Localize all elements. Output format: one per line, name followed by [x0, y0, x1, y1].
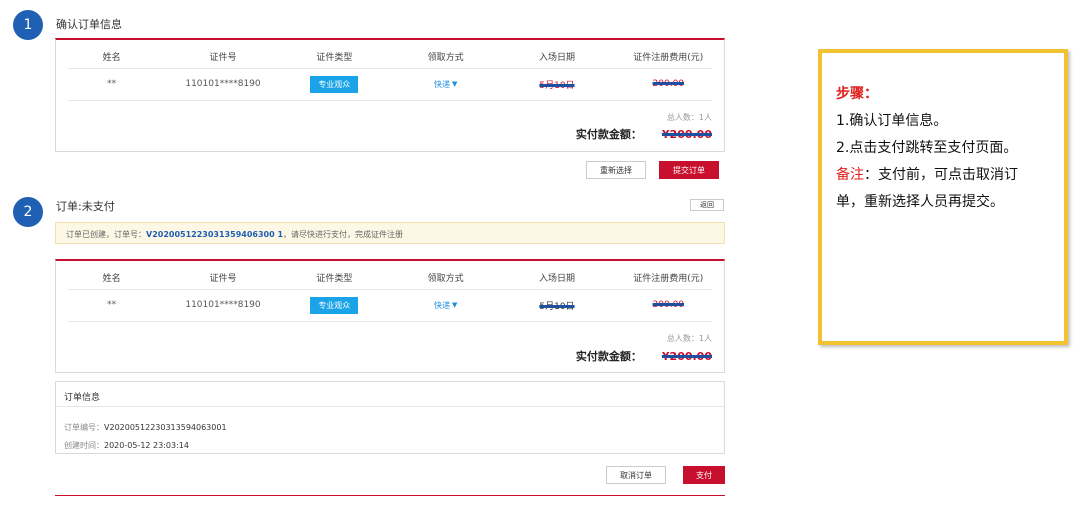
- total-count: 总人数：1人: [666, 113, 712, 122]
- col-id-number: 证件号: [209, 274, 237, 284]
- col-date: 入场日期: [538, 53, 575, 63]
- col-id-number: 证件号: [209, 53, 237, 63]
- notice-suffix: ，请尽快进行支付，完成证件注册: [283, 230, 404, 239]
- table-row: ** 110101****8190 专业观众 快递 ▼ 5月10日 200.00: [56, 75, 724, 93]
- note-text-b: 单，重新选择人员再提交。: [836, 194, 1004, 210]
- col-pickup: 领取方式: [427, 53, 464, 63]
- col-id-type: 证件类型: [316, 53, 353, 63]
- caret-down-icon: ▼: [451, 301, 458, 309]
- col-name: 姓名: [102, 53, 121, 63]
- pickup-dropdown[interactable]: 快递 ▼: [390, 297, 501, 313]
- instructions-callout: 步骤： 1.确认订单信息。 2.点击支付跳转至支付页面。 备注：支付前，可点击取…: [818, 49, 1068, 345]
- created-value: 2020-05-12 23:03:14: [104, 441, 189, 450]
- table-header: 姓名 证件号 证件类型 领取方式 入场日期 证件注册费用(元): [56, 271, 724, 284]
- id-type-tag: 专业观众: [310, 75, 359, 93]
- col-fee: 证件注册费用(元): [633, 274, 704, 284]
- paid-amount-value: ¥200.00: [661, 127, 712, 141]
- pay-button[interactable]: 支付: [683, 466, 725, 484]
- order-info-panel: 订单信息 订单编号：V20200512230313594063001 创建时间：…: [55, 381, 725, 454]
- fee-redacted: 200.00: [652, 300, 685, 310]
- submit-order-button[interactable]: 提交订单: [659, 161, 719, 179]
- cell-name: **: [107, 300, 117, 310]
- step-line-2: 2.点击支付跳转至支付页面。: [836, 140, 1018, 156]
- steps-label: 步骤：: [836, 86, 878, 102]
- cancel-order-button[interactable]: 取消订单: [606, 466, 666, 484]
- paid-amount-value: ¥200.00: [661, 349, 712, 363]
- col-id-type: 证件类型: [316, 274, 353, 284]
- pickup-value: 快递: [433, 300, 450, 310]
- pickup-dropdown[interactable]: 快递 ▼: [390, 76, 501, 92]
- step-line-1: 1.确认订单信息。: [836, 113, 948, 129]
- date-redacted: 5月10日: [539, 301, 575, 312]
- pickup-value: 快递: [433, 79, 450, 89]
- bottom-divider: [55, 495, 725, 496]
- caret-down-icon: ▼: [451, 80, 458, 88]
- cell-id-number: 110101****8190: [185, 300, 261, 310]
- unpaid-order-panel: 姓名 证件号 证件类型 领取方式 入场日期 证件注册费用(元) ** 11010…: [55, 259, 725, 373]
- notice-order-no: V2020051223031359406300 1: [146, 230, 284, 239]
- order-confirm-panel: 姓名 证件号 证件类型 领取方式 入场日期 证件注册费用(元) ** 11010…: [55, 38, 725, 152]
- order-no-value: V20200512230313594063001: [104, 423, 227, 432]
- col-date: 入场日期: [538, 274, 575, 284]
- order-created-notice: 订单已创建，订单号：V2020051223031359406300 1，请尽快进…: [55, 222, 725, 244]
- note-text-a: ：支付前，可点击取消订: [864, 167, 1018, 183]
- col-fee: 证件注册费用(元): [633, 53, 704, 63]
- order-no-label: 订单编号：: [64, 423, 104, 432]
- step-2-badge: 2: [13, 197, 43, 227]
- reselect-button[interactable]: 重新选择: [586, 161, 646, 179]
- total-count: 总人数：1人: [666, 334, 712, 343]
- note-label: 备注: [836, 167, 864, 183]
- notice-prefix: 订单已创建，订单号：: [66, 230, 146, 239]
- fee-redacted: 200.00: [652, 79, 685, 89]
- created-label: 创建时间：: [64, 441, 104, 450]
- col-name: 姓名: [102, 274, 121, 284]
- cell-id-number: 110101****8190: [185, 79, 261, 89]
- col-pickup: 领取方式: [427, 274, 464, 284]
- order-info-title: 订单信息: [64, 393, 101, 403]
- paid-amount-label: 实付款金额：: [575, 128, 642, 141]
- step-1-badge: 1: [13, 10, 43, 40]
- step-1-title: 确认订单信息: [56, 18, 122, 31]
- cell-name: **: [107, 79, 117, 89]
- back-button[interactable]: 返回: [690, 199, 724, 211]
- date-redacted: 5月10日: [539, 80, 575, 91]
- table-row: ** 110101****8190 专业观众 快递 ▼ 5月10日 200.00: [56, 296, 724, 314]
- step-2-title: 订单:未支付: [56, 200, 115, 213]
- table-header: 姓名 证件号 证件类型 领取方式 入场日期 证件注册费用(元): [56, 50, 724, 63]
- paid-amount-label: 实付款金额：: [575, 350, 642, 363]
- id-type-tag: 专业观众: [310, 296, 359, 314]
